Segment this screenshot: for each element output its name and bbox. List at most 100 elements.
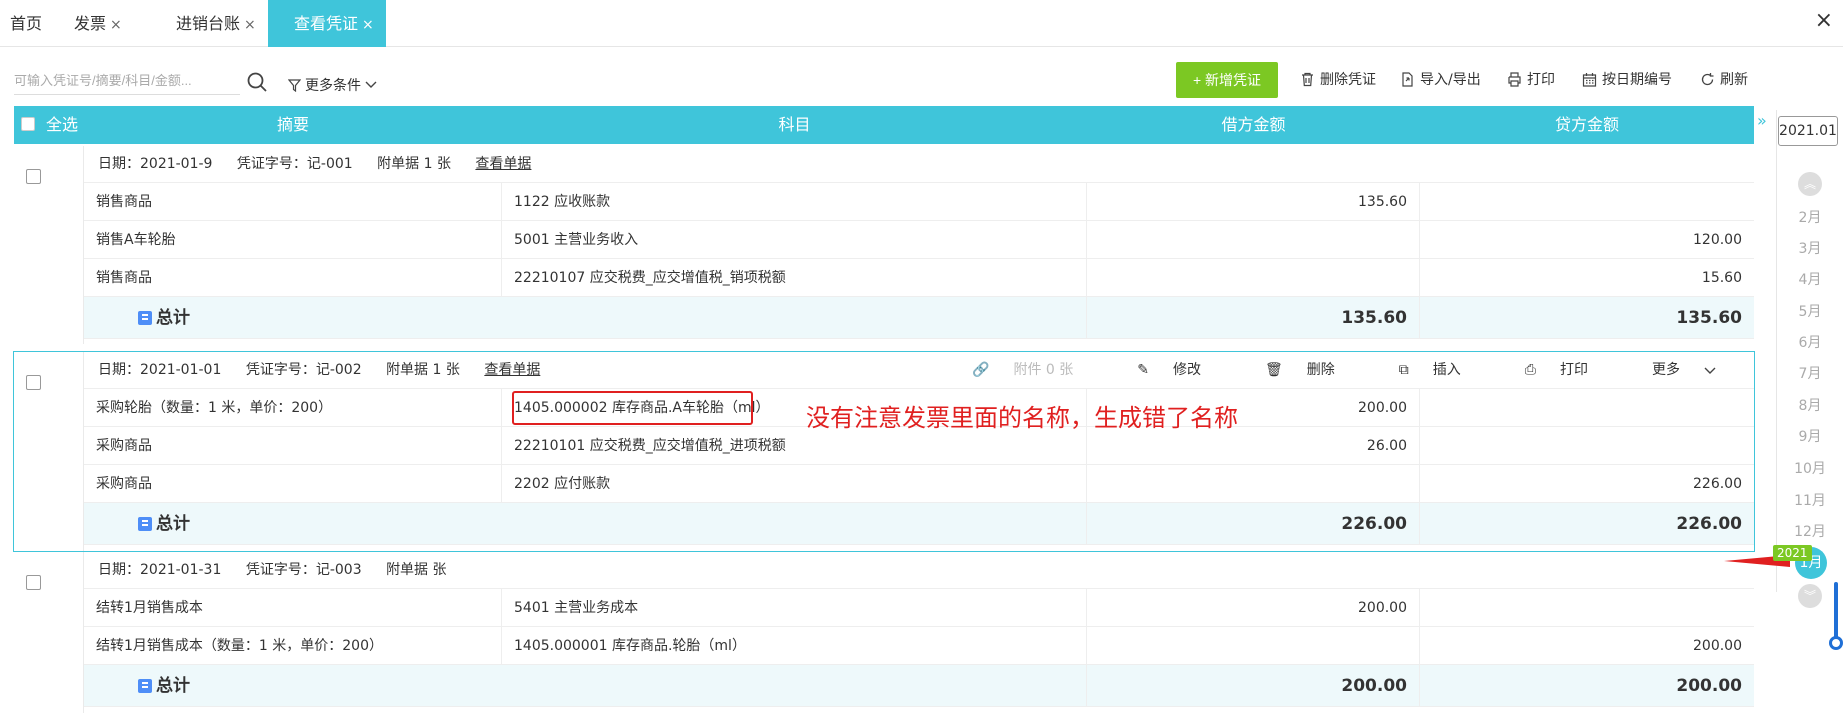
voucher-select-cell bbox=[14, 352, 84, 551]
credit-cell: 15.60 bbox=[1701, 270, 1742, 286]
insert-icon: ⧉ bbox=[1398, 362, 1409, 378]
summary-cell: 销售A车轮胎 bbox=[84, 221, 502, 259]
print-voucher-button[interactable]: ⎙ 打印 bbox=[1525, 352, 1608, 389]
month-item[interactable]: 3月 bbox=[1790, 238, 1830, 258]
renumber-by-date-label: 按日期编号 bbox=[1602, 72, 1672, 88]
month-item[interactable]: 6月 bbox=[1790, 332, 1830, 352]
voucher-card[interactable]: 日期：2021-01-31 凭证字号：记-003 附单据 张 结转1月销售成本 … bbox=[14, 552, 1754, 713]
search-icon[interactable] bbox=[246, 71, 268, 93]
total-credit: 200.00 bbox=[1676, 676, 1742, 696]
total-row: 总计 200.00 200.00 bbox=[84, 665, 1754, 707]
credit-cell: 200.00 bbox=[1693, 638, 1742, 654]
delete-button[interactable]: 🗑 删除 bbox=[1265, 352, 1355, 389]
debit-cell bbox=[1087, 221, 1420, 259]
voucher-checkbox[interactable] bbox=[26, 375, 41, 390]
summary-cell: 采购商品 bbox=[84, 427, 502, 465]
month-item[interactable]: 5月 bbox=[1790, 301, 1830, 321]
voucher-date: 日期：2021-01-31 bbox=[98, 562, 222, 578]
debit-cell bbox=[1087, 465, 1420, 503]
table-row[interactable]: 销售商品 1122 应收账款 135.60 bbox=[84, 183, 1754, 221]
view-documents-link[interactable]: 查看单据 bbox=[484, 362, 540, 378]
month-item[interactable]: 12月 bbox=[1790, 521, 1830, 541]
total-credit: 226.00 bbox=[1676, 514, 1742, 534]
tab-ledger[interactable]: 进销台账 × bbox=[166, 0, 270, 47]
close-icon[interactable]: × bbox=[362, 17, 374, 33]
table-row[interactable]: 采购商品 2202 应付账款 226.00 bbox=[84, 465, 1754, 503]
paperclip-icon: 🔗 bbox=[972, 362, 990, 378]
insert-button[interactable]: ⧉ 插入 bbox=[1399, 352, 1481, 389]
month-item[interactable]: 10月 bbox=[1790, 458, 1830, 478]
voucher-checkbox[interactable] bbox=[26, 575, 41, 590]
period-selector[interactable]: 2021.01 bbox=[1778, 116, 1838, 146]
print-label: 打印 bbox=[1527, 72, 1555, 88]
table-row[interactable]: 销售A车轮胎 5001 主营业务收入 120.00 bbox=[84, 221, 1754, 259]
renumber-by-date-button[interactable]: 按日期编号 bbox=[1582, 69, 1672, 89]
print-button[interactable]: 打印 bbox=[1507, 69, 1555, 89]
attachment-button[interactable]: 🔗 附件 0 张 bbox=[972, 352, 1093, 389]
more-conditions-label: 更多条件 bbox=[305, 78, 361, 94]
expand-panel-icon[interactable]: » bbox=[1757, 111, 1767, 130]
tab-home[interactable]: 首页 bbox=[0, 0, 60, 47]
voucher-attachments: 附单据 1 张 bbox=[377, 156, 451, 172]
close-icon[interactable]: × bbox=[244, 17, 256, 33]
account-cell: 1122 应收账款 bbox=[502, 183, 1087, 221]
voucher-card[interactable]: 日期：2021-01-01 凭证字号：记-002 附单据 1 张 查看单据 🔗 附… bbox=[13, 351, 1755, 552]
month-item[interactable]: 9月 bbox=[1790, 426, 1830, 446]
voucher-card[interactable]: 日期：2021-01-9 凭证字号：记-001 附单据 1 张 查看单据 销售商… bbox=[14, 146, 1754, 344]
month-item[interactable]: 7月 bbox=[1790, 363, 1830, 383]
tab-label: 首页 bbox=[10, 14, 43, 33]
more-conditions-button[interactable]: 更多条件 bbox=[288, 75, 377, 95]
month-item[interactable]: 2月 bbox=[1790, 207, 1830, 227]
scroll-handle[interactable] bbox=[1829, 636, 1843, 650]
month-item[interactable]: 8月 bbox=[1790, 395, 1830, 415]
tab-view-voucher[interactable]: 查看凭证 × bbox=[268, 0, 386, 47]
more-button[interactable]: 更多 bbox=[1652, 352, 1716, 389]
column-summary: 摘要 bbox=[276, 115, 309, 134]
close-icon[interactable]: × bbox=[110, 17, 122, 33]
credit-cell: 226.00 bbox=[1693, 476, 1742, 492]
table-row[interactable]: 结转1月销售成本 5401 主营业务成本 200.00 bbox=[84, 589, 1754, 627]
tab-invoice[interactable]: 发票 × bbox=[64, 0, 144, 47]
delete-voucher-button[interactable]: 删除凭证 bbox=[1300, 69, 1376, 89]
voucher-number: 凭证字号：记-002 bbox=[245, 362, 362, 378]
tab-label: 进销台账 bbox=[176, 14, 241, 33]
edit-button[interactable]: ✎ 修改 bbox=[1137, 352, 1221, 389]
summary-cell: 销售商品 bbox=[84, 183, 502, 221]
select-all-checkbox[interactable] bbox=[21, 117, 35, 131]
attachment-label: 附件 0 张 bbox=[1013, 362, 1074, 378]
voucher-number: 凭证字号：记-001 bbox=[236, 156, 353, 172]
month-item[interactable]: 11月 bbox=[1790, 490, 1830, 510]
scroll-down-icon[interactable]: ︾ bbox=[1798, 584, 1822, 608]
table-row[interactable]: 销售商品 22210107 应交税费_应交增值税_销项税额 15.60 bbox=[84, 259, 1754, 297]
view-documents-link[interactable]: 查看单据 bbox=[475, 156, 531, 172]
total-account-cell bbox=[502, 503, 1087, 545]
table-row[interactable]: 结转1月销售成本（数量：1 米，单价：200） 1405.000001 库存商品… bbox=[84, 627, 1754, 665]
total-debit: 200.00 bbox=[1087, 665, 1420, 707]
total-account-cell bbox=[502, 665, 1087, 707]
debit-cell: 200.00 bbox=[1087, 589, 1420, 627]
total-label: 总计 bbox=[138, 503, 190, 545]
window-close-icon[interactable]: × bbox=[1815, 8, 1833, 33]
scroll-up-icon[interactable]: ︽ bbox=[1798, 172, 1822, 196]
summary-cell: 采购商品 bbox=[84, 465, 502, 503]
calculator-icon bbox=[138, 517, 152, 531]
import-export-button[interactable]: 导入/导出 bbox=[1400, 69, 1481, 89]
current-year-badge: 2021 bbox=[1773, 545, 1812, 561]
import-export-label: 导入/导出 bbox=[1420, 72, 1481, 88]
edit-label: 修改 bbox=[1173, 362, 1202, 378]
printer-icon: ⎙ bbox=[1524, 362, 1536, 378]
search-input[interactable] bbox=[14, 67, 240, 95]
voucher-checkbox[interactable] bbox=[26, 169, 41, 184]
debit-cell bbox=[1087, 627, 1420, 665]
summary-cell: 采购轮胎（数量：1 米，单价：200） bbox=[84, 389, 502, 427]
month-item[interactable]: 4月 bbox=[1790, 269, 1830, 289]
export-icon bbox=[1402, 71, 1413, 87]
debit-cell bbox=[1087, 259, 1420, 297]
new-voucher-button[interactable]: + 新增凭证 bbox=[1176, 62, 1278, 98]
tab-label: 查看凭证 bbox=[294, 14, 359, 33]
voucher-select-cell bbox=[14, 146, 84, 344]
account-cell: 1405.000001 库存商品.轮胎（ml） bbox=[502, 627, 1087, 665]
voucher-date: 日期：2021-01-01 bbox=[98, 362, 222, 378]
refresh-button[interactable]: 刷新 bbox=[1700, 69, 1748, 89]
more-label: 更多 bbox=[1652, 362, 1680, 378]
